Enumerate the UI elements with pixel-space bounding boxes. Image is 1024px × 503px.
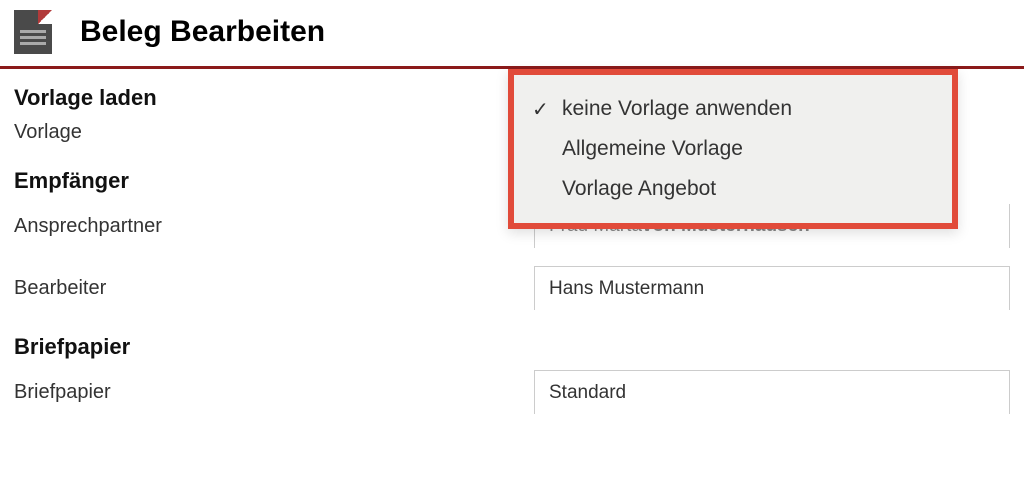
content-area: Vorlage laden Vorlage Empfänger Ansprech… [0, 69, 1024, 446]
dropdown-item-label: Allgemeine Vorlage [562, 137, 743, 160]
field-label-vorlage: Vorlage [14, 121, 534, 144]
page-title: Beleg Bearbeiten [80, 15, 325, 49]
dropdown-item-vorlage-angebot[interactable]: Vorlage Angebot [522, 169, 944, 209]
dropdown-item-keine-vorlage[interactable]: ✓ keine Vorlage anwenden [522, 89, 944, 129]
document-icon [14, 10, 52, 54]
field-row-bearbeiter: Bearbeiter Hans Mustermann [14, 266, 1010, 310]
briefpapier-value: Standard [549, 382, 626, 404]
section-heading-briefpapier: Briefpapier [14, 334, 1010, 360]
dropdown-item-label: keine Vorlage anwenden [562, 97, 792, 120]
bearbeiter-select[interactable]: Hans Mustermann [534, 266, 1010, 310]
page-header: Beleg Bearbeiten [0, 0, 1024, 69]
check-icon: ✓ [532, 97, 549, 122]
field-label-briefpapier: Briefpapier [14, 381, 534, 404]
bearbeiter-value: Hans Mustermann [549, 278, 704, 300]
field-row-briefpapier: Briefpapier Standard [14, 370, 1010, 414]
field-label-ansprechpartner: Ansprechpartner [14, 215, 534, 238]
dropdown-item-label: Vorlage Angebot [562, 177, 716, 200]
briefpapier-select[interactable]: Standard [534, 370, 1010, 414]
field-label-bearbeiter: Bearbeiter [14, 277, 534, 300]
vorlage-dropdown-menu[interactable]: ✓ keine Vorlage anwenden Allgemeine Vorl… [508, 69, 958, 229]
dropdown-item-allgemeine-vorlage[interactable]: Allgemeine Vorlage [522, 129, 944, 169]
